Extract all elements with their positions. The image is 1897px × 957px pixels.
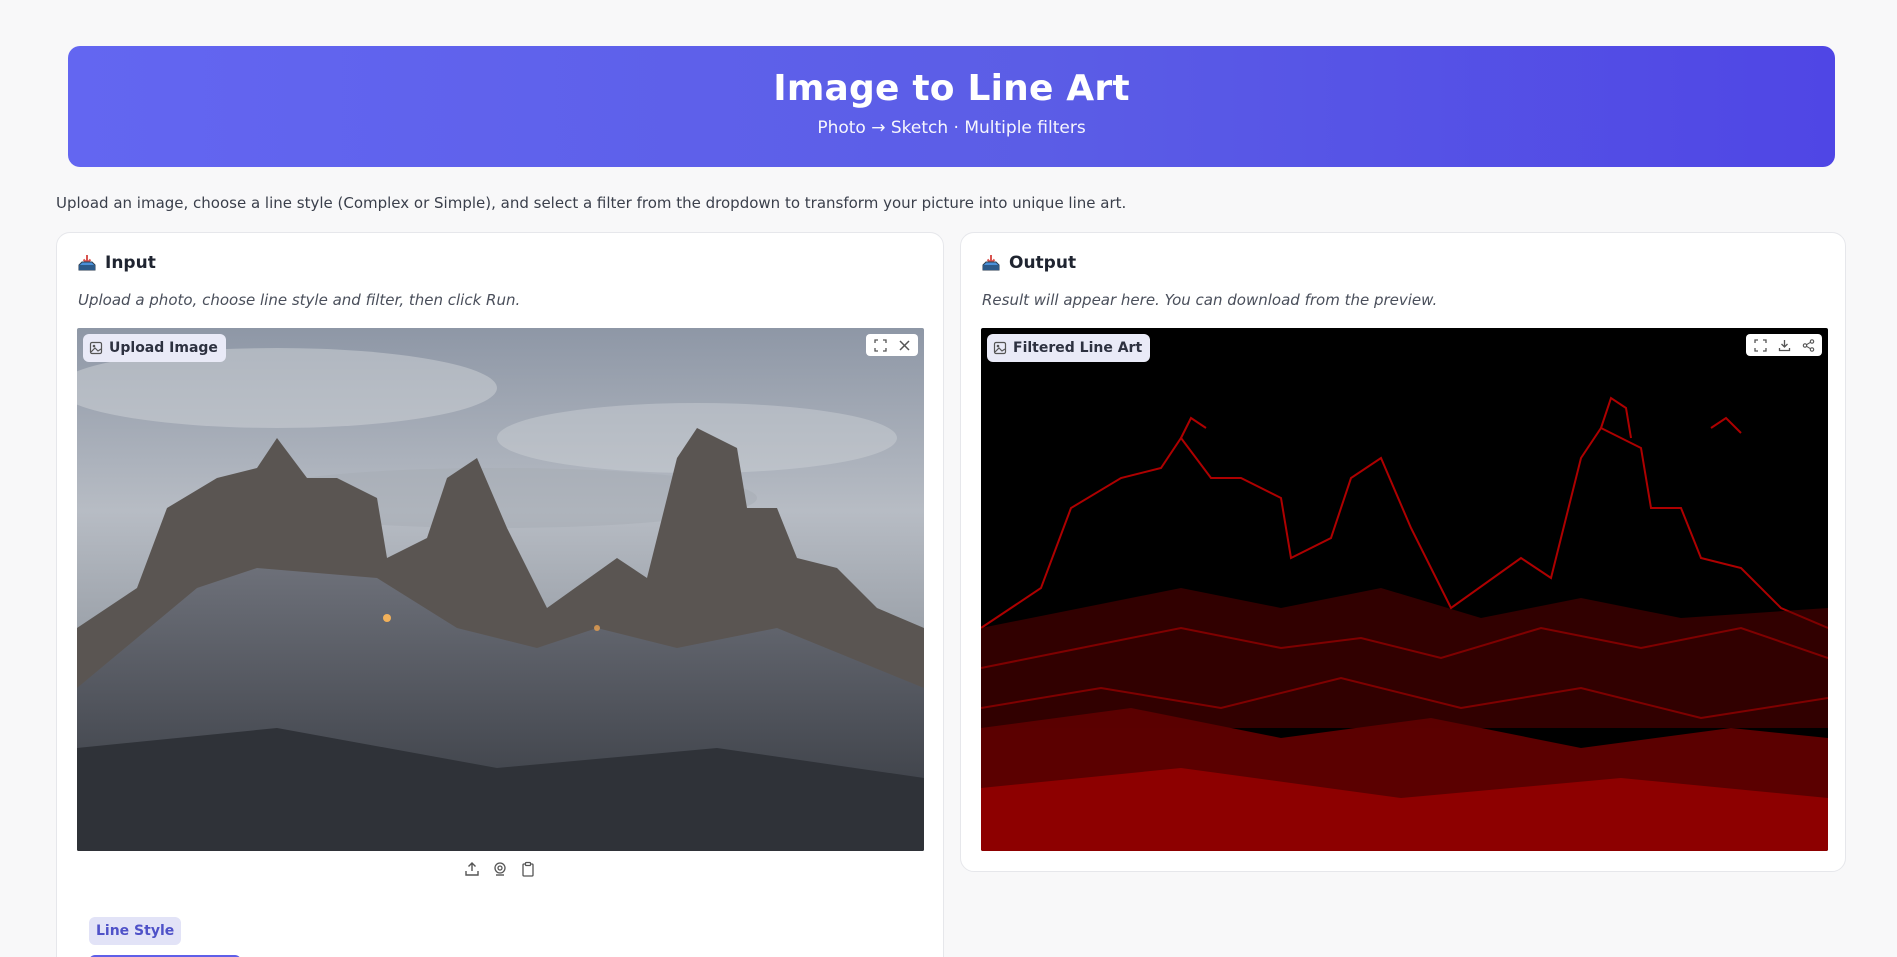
output-panel-header: Output [981,253,1076,273]
clipboard-icon[interactable] [520,861,536,877]
inbox-tray-icon [982,255,1000,271]
download-button[interactable] [1774,335,1794,355]
image-source-selector [57,861,943,877]
upload-icon[interactable] [464,861,480,877]
input-image [77,328,924,851]
upload-image-dropzone[interactable]: Upload Image [77,328,924,851]
output-panel-title: Output [1009,253,1077,273]
inbox-tray-icon [78,255,96,271]
page-subtitle: Photo → Sketch · Multiple filters [817,118,1086,138]
clear-image-button[interactable] [894,335,914,355]
input-panel-title: Input [105,253,156,273]
output-image [981,328,1828,851]
download-icon [1778,339,1790,351]
output-panel: Output Result will appear here. You can … [960,232,1846,872]
output-image-container: Filtered Line Art [981,328,1828,851]
input-panel-header: Input [77,253,156,273]
input-panel-subtitle: Upload a photo, choose line style and fi… [78,291,521,309]
output-image-toolbar [1746,334,1822,356]
input-image-toolbar [866,334,918,356]
image-icon [89,341,103,355]
fullscreen-icon [873,338,887,352]
filtered-line-art-label-text: Filtered Line Art [1013,340,1143,356]
share-button[interactable] [1798,335,1818,355]
line-style-label: Line Style [89,917,182,945]
upload-image-label: Upload Image [83,334,226,362]
share-icon [1802,338,1814,352]
close-icon [898,339,910,351]
input-panel: Input Upload a photo, choose line style … [56,232,944,957]
webcam-icon[interactable] [492,861,508,877]
image-icon [993,341,1007,355]
filtered-line-art-label: Filtered Line Art [987,334,1151,362]
output-panel-subtitle: Result will appear here. You can downloa… [982,291,1438,309]
fullscreen-button[interactable] [1750,335,1770,355]
page-title: Image to Line Art [773,68,1130,109]
fullscreen-icon [1753,338,1767,352]
app-header: Image to Line Art Photo → Sketch · Multi… [68,46,1835,167]
upload-image-label-text: Upload Image [109,340,218,356]
fullscreen-button[interactable] [870,335,890,355]
app-description: Upload an image, choose a line style (Co… [56,194,1127,212]
